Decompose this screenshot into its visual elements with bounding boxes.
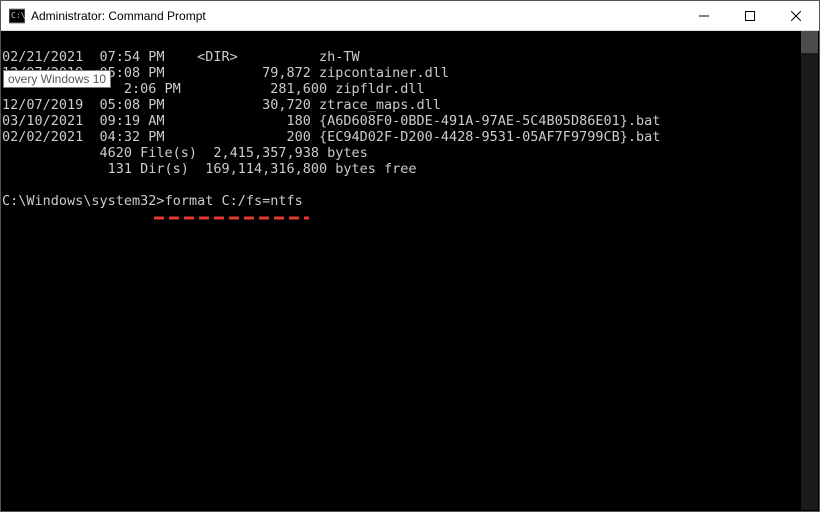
titlebar[interactable]: C:\ Administrator: Command Prompt	[1, 1, 819, 31]
dir-line: 02/21/2021 07:54 PM <DIR> zh-TW	[2, 49, 360, 65]
hover-tooltip: overy Windows 10	[3, 70, 111, 88]
window-controls	[681, 1, 819, 30]
command-prompt-window: C:\ Administrator: Command Prompt 02/21/…	[0, 0, 820, 512]
dir-line: 02/02/2021 04:32 PM 200 {EC94D02F-D200-4…	[2, 129, 660, 145]
summary-line: 131 Dir(s) 169,114,316,800 bytes free	[2, 161, 417, 177]
prompt-line: C:\Windows\system32>format C:/fs=ntfs	[2, 193, 303, 209]
prompt-path: C:\Windows\system32>	[2, 193, 165, 209]
maximize-button[interactable]	[727, 1, 773, 31]
terminal-output[interactable]: 02/21/2021 07:54 PM <DIR> zh-TW 12/07/20…	[1, 31, 819, 511]
dir-line: 03/10/2021 09:19 AM 180 {A6D608F0-0BDE-4…	[2, 113, 660, 129]
vertical-scrollbar[interactable]	[801, 31, 818, 510]
svg-text:C:\: C:\	[11, 11, 25, 20]
window-title: Administrator: Command Prompt	[31, 9, 681, 23]
summary-line: 4620 File(s) 2,415,357,938 bytes	[2, 145, 368, 161]
cmd-icon: C:\	[9, 8, 25, 24]
minimize-button[interactable]	[681, 1, 727, 31]
typed-command: format C:/fs=ntfs	[165, 193, 303, 209]
close-button[interactable]	[773, 1, 819, 31]
dir-line: 12/07/2019 05:08 PM 30,720 ztrace_maps.d…	[2, 97, 441, 113]
scrollbar-thumb[interactable]	[801, 31, 818, 53]
